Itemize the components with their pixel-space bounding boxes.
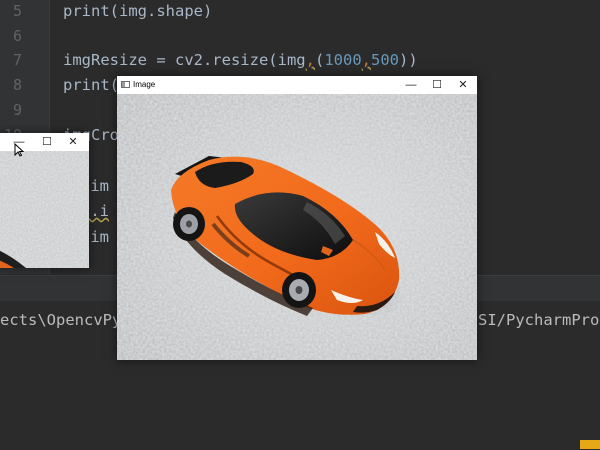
maximize-button[interactable]: ☐	[424, 76, 450, 94]
mouse-cursor-icon	[14, 143, 24, 157]
code-token-number: 500	[371, 51, 399, 69]
code-line[interactable]: print(img.shape)	[63, 1, 212, 21]
console-output-text: SI/PycharmProj	[478, 311, 600, 329]
code-line[interactable]: print(	[63, 75, 119, 95]
image-canvas	[0, 151, 89, 268]
line-number: 7	[12, 51, 22, 69]
code-token: ))	[399, 51, 418, 69]
app-window-icon	[121, 81, 130, 88]
line-number: 9	[12, 101, 22, 119]
code-token: (	[314, 51, 325, 69]
code-token-comma: ,	[305, 51, 315, 69]
code-token-comma: ,	[361, 51, 371, 69]
line-number: 5	[12, 2, 22, 20]
car-photo	[117, 94, 477, 360]
line-number: 6	[12, 27, 22, 45]
image-window-cropped[interactable]: — ☐ ✕	[0, 133, 89, 268]
image-window[interactable]: Image — ☐ ✕	[117, 76, 477, 360]
maximize-button[interactable]: ☐	[34, 133, 60, 151]
close-button[interactable]: ✕	[60, 133, 86, 151]
minimize-button[interactable]: —	[398, 76, 424, 94]
close-button[interactable]: ✕	[450, 76, 476, 94]
status-indicator	[580, 440, 600, 449]
code-line[interactable]: imgResize = cv2.resize(img,(1000,500))	[63, 50, 418, 70]
window-titlebar[interactable]: Image — ☐ ✕	[117, 76, 477, 94]
image-canvas	[117, 94, 477, 360]
line-number: 8	[12, 76, 22, 94]
code-token-number: 1000	[324, 51, 362, 69]
code-token: imgResize = cv2.resize(img	[63, 51, 306, 69]
window-title: Image	[133, 80, 156, 89]
console-output-text: ects\OpencvPy	[0, 311, 122, 329]
